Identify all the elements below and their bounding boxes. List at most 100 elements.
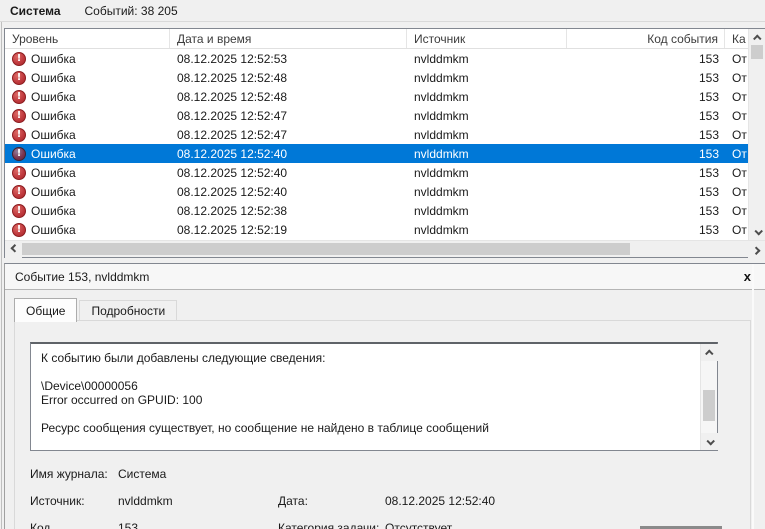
source-cell: nvlddmkm	[414, 51, 469, 66]
datetime-cell: 08.12.2025 12:52:47	[177, 127, 288, 142]
pane-right-separator	[752, 264, 754, 529]
error-icon: !	[12, 203, 26, 218]
source-cell: nvlddmkm	[414, 203, 469, 218]
code-cell: 153	[698, 89, 719, 104]
chevron-up-icon	[704, 348, 714, 358]
vertical-scroll-thumb[interactable]	[751, 45, 763, 59]
category-cell: От	[732, 146, 747, 161]
table-row[interactable]: ! Ошибка 08.12.2025 12:52:38 nvlddmkm 15…	[5, 201, 748, 220]
chevron-down-icon	[705, 436, 715, 446]
tab-general[interactable]: Общие	[14, 298, 78, 322]
table-row[interactable]: ! Ошибка 08.12.2025 12:52:48 nvlddmkm 15…	[5, 68, 748, 87]
scroll-up-button[interactable]	[749, 29, 765, 46]
scroll-left-button[interactable]	[5, 240, 22, 258]
scroll-down-button[interactable]	[701, 433, 718, 450]
chevron-right-icon	[751, 245, 761, 255]
source-label: Источник:	[30, 493, 85, 508]
table-row[interactable]: ! Ошибка 08.12.2025 12:52:40 nvlddmkm 15…	[5, 144, 748, 163]
column-header-source[interactable]: Источник	[407, 29, 567, 48]
event-viewer-panel: Система Событий: 38 205 Уровень Дата и в…	[0, 0, 765, 529]
chevron-down-icon	[753, 226, 763, 236]
error-icon: !	[12, 222, 26, 237]
level-cell: Ошибка	[31, 108, 76, 123]
level-cell: Ошибка	[31, 51, 76, 66]
source-cell: nvlddmkm	[414, 70, 469, 85]
details-pane-header: Событие 153, nvlddmkm x	[5, 264, 765, 290]
level-cell: Ошибка	[31, 222, 76, 237]
scroll-up-button[interactable]	[701, 344, 718, 361]
table-row[interactable]: ! Ошибка 08.12.2025 12:52:47 nvlddmkm 15…	[5, 125, 748, 144]
table-horizontal-scrollbar[interactable]	[5, 240, 765, 258]
datetime-cell: 08.12.2025 12:52:48	[177, 70, 288, 85]
close-icon[interactable]: x	[744, 269, 751, 284]
category-cell: От	[732, 108, 747, 123]
source-cell: nvlddmkm	[414, 108, 469, 123]
category-cell: От	[732, 222, 747, 237]
table-row[interactable]: ! Ошибка 08.12.2025 12:52:40 nvlddmkm 15…	[5, 182, 748, 201]
level-cell: Ошибка	[31, 203, 76, 218]
log-title: Система	[10, 3, 61, 18]
error-icon: !	[12, 165, 26, 180]
datetime-cell: 08.12.2025 12:52:48	[177, 89, 288, 104]
event-table: Уровень Дата и время Источник Код событи…	[4, 28, 765, 258]
code-cell: 153	[698, 146, 719, 161]
code-cell: 153	[698, 108, 719, 123]
log-header-bar: Система Событий: 38 205	[0, 0, 765, 22]
column-header-eventcode[interactable]: Код события	[567, 29, 725, 48]
code-label: Код	[30, 520, 51, 529]
description-line: Ресурс сообщения существует, но сообщени…	[41, 421, 489, 435]
table-row[interactable]: ! Ошибка 08.12.2025 12:52:47 nvlddmkm 15…	[5, 106, 748, 125]
error-icon: !	[12, 70, 26, 85]
code-cell: 153	[698, 127, 719, 142]
code-cell: 153	[698, 70, 719, 85]
code-cell: 153	[698, 222, 719, 237]
datetime-cell: 08.12.2025 12:52:19	[177, 222, 288, 237]
category-label: Категория задачи:	[278, 520, 380, 529]
source-cell: nvlddmkm	[414, 89, 469, 104]
category-cell: От	[732, 127, 747, 142]
error-icon: !	[12, 108, 26, 123]
source-value: nvlddmkm	[118, 493, 173, 508]
category-cell: От	[732, 51, 747, 66]
table-row[interactable]: ! Ошибка 08.12.2025 12:52:19 nvlddmkm 15…	[5, 220, 748, 239]
details-tabs: Общие Подробности	[14, 298, 179, 322]
vertical-scroll-thumb[interactable]	[703, 390, 715, 421]
table-row[interactable]: ! Ошибка 08.12.2025 12:52:53 nvlddmkm 15…	[5, 49, 748, 68]
field-row: Код 153 Категория задачи: Отсутствует	[30, 514, 740, 529]
scroll-right-button[interactable]	[748, 241, 765, 258]
table-vertical-scrollbar[interactable]	[748, 29, 765, 240]
column-header-datetime[interactable]: Дата и время	[170, 29, 407, 48]
error-icon: !	[12, 127, 26, 142]
table-header-row: Уровень Дата и время Источник Код событи…	[5, 29, 765, 49]
code-cell: 153	[698, 165, 719, 180]
log-name-label: Имя журнала:	[30, 466, 108, 481]
level-cell: Ошибка	[31, 127, 76, 142]
source-cell: nvlddmkm	[414, 184, 469, 199]
general-tab-page: К событию были добавлены следующие сведе…	[14, 320, 751, 529]
table-row[interactable]: ! Ошибка 08.12.2025 12:52:40 nvlddmkm 15…	[5, 163, 748, 182]
code-cell: 153	[698, 203, 719, 218]
error-icon: !	[12, 89, 26, 104]
date-label: Дата:	[278, 493, 308, 508]
table-body: ! Ошибка 08.12.2025 12:52:53 nvlddmkm 15…	[5, 49, 748, 239]
error-icon: !	[12, 146, 26, 161]
datetime-cell: 08.12.2025 12:52:40	[177, 165, 288, 180]
source-cell: nvlddmkm	[414, 165, 469, 180]
event-description-box: К событию были добавлены следующие сведе…	[30, 342, 718, 451]
tab-details[interactable]: Подробности	[79, 300, 178, 322]
datetime-cell: 08.12.2025 12:52:40	[177, 184, 288, 199]
horizontal-scroll-thumb[interactable]	[22, 243, 630, 255]
description-vertical-scrollbar[interactable]	[700, 344, 718, 450]
column-header-level[interactable]: Уровень	[5, 29, 170, 48]
source-cell: nvlddmkm	[414, 222, 469, 237]
level-cell: Ошибка	[31, 184, 76, 199]
table-row[interactable]: ! Ошибка 08.12.2025 12:52:48 nvlddmkm 15…	[5, 87, 748, 106]
category-cell: От	[732, 203, 747, 218]
scroll-down-button[interactable]	[749, 223, 765, 240]
splitter-line	[1, 0, 2, 529]
category-cell: От	[732, 165, 747, 180]
chevron-up-icon	[752, 33, 762, 43]
datetime-cell: 08.12.2025 12:52:38	[177, 203, 288, 218]
datetime-cell: 08.12.2025 12:52:53	[177, 51, 288, 66]
chevron-left-icon	[9, 244, 19, 253]
